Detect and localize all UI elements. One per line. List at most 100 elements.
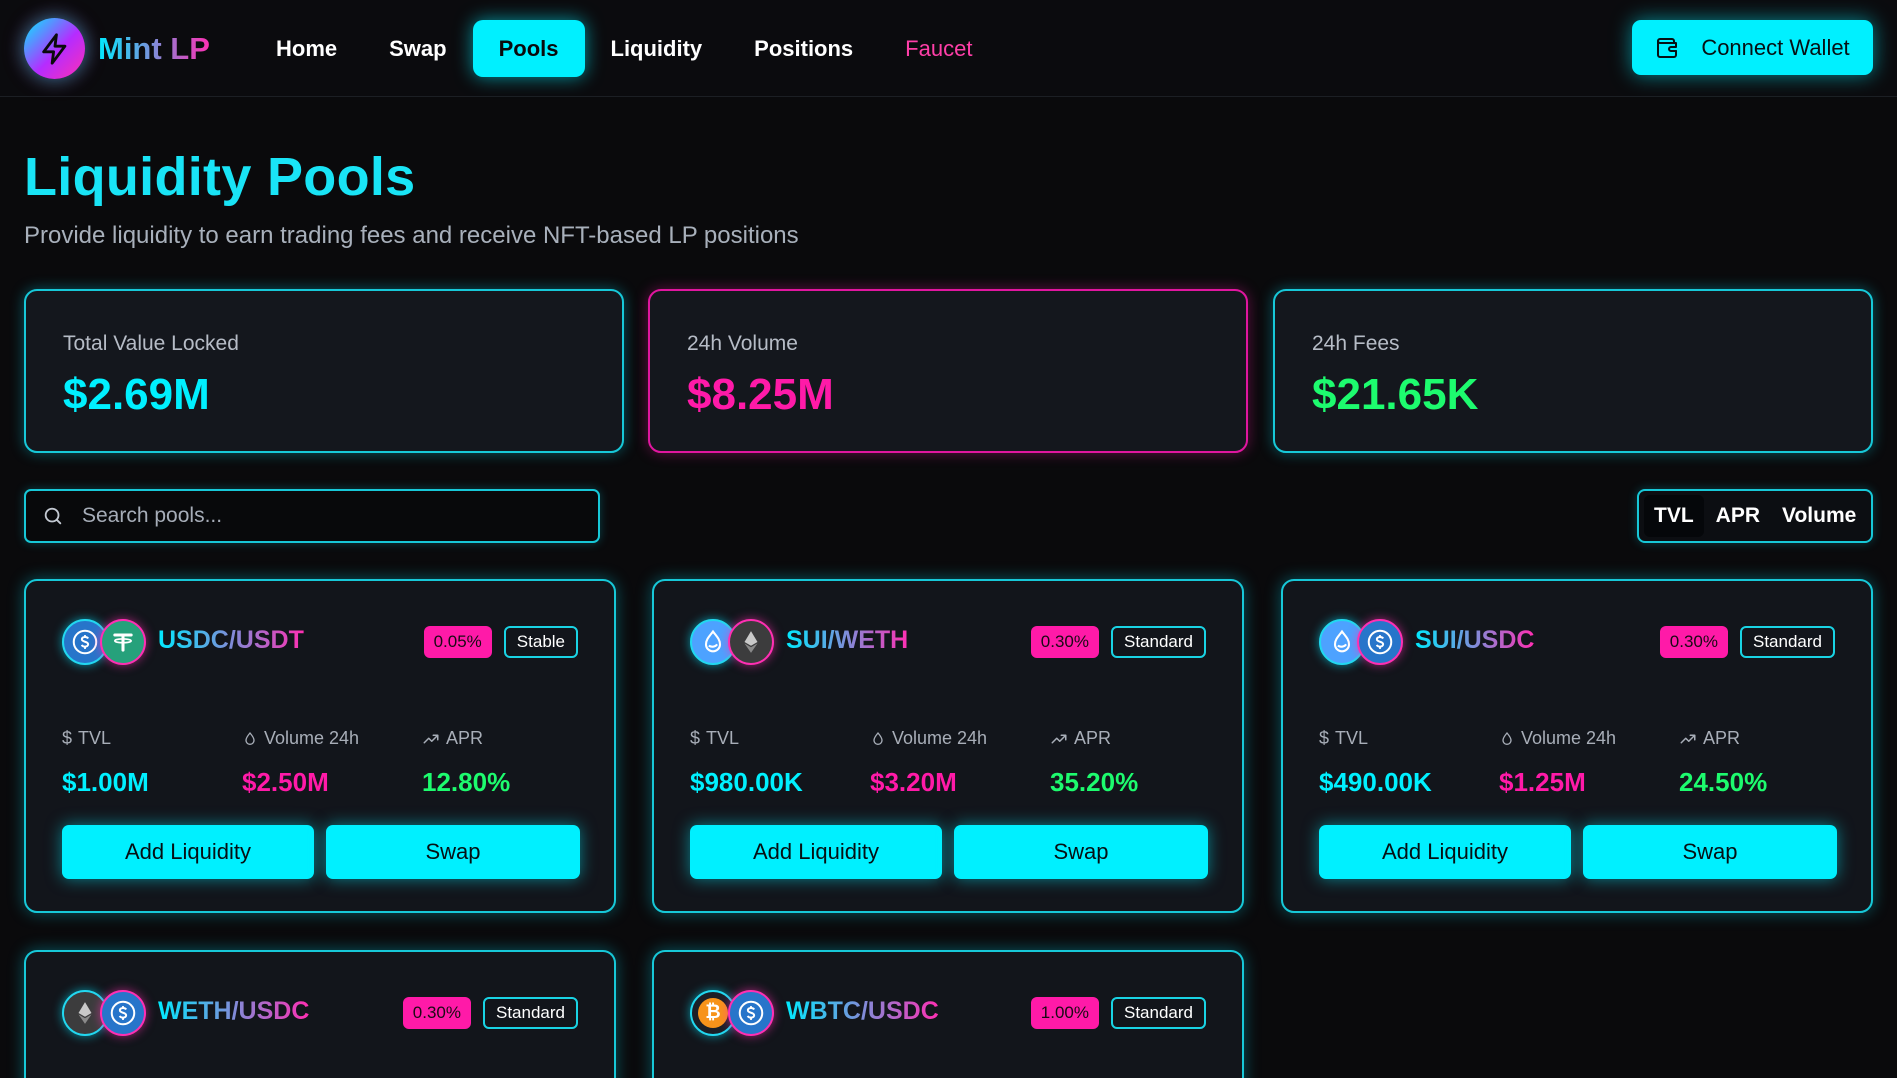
usdt-icon bbox=[100, 619, 146, 665]
pool-header: WETH/USDC 0.30% Standard bbox=[62, 988, 578, 1038]
volume-metric: Volume 24h $3.20M bbox=[870, 728, 987, 798]
pool-header: USDC/USDT 0.05% Stable bbox=[62, 617, 578, 667]
tvl-value: $1.00M bbox=[62, 767, 149, 797]
search-icon bbox=[42, 505, 64, 527]
metric-label: Volume 24h bbox=[264, 728, 360, 748]
add-liquidity-button[interactable]: Add Liquidity bbox=[690, 825, 942, 879]
metric-label: APR bbox=[446, 728, 484, 748]
nav-faucet[interactable]: Faucet bbox=[879, 20, 998, 77]
app-name: Mint LP bbox=[98, 30, 210, 66]
metric-label: Volume 24h bbox=[1521, 728, 1617, 748]
pool-metrics: $ TVL $490.00K Volume 24h $1.25M APR 24.5… bbox=[1319, 728, 1839, 808]
main-nav: Home Swap Pools Liquidity Positions Fauc… bbox=[250, 20, 998, 77]
stat-card-volume: 24h Volume $8.25M bbox=[648, 289, 1248, 453]
token-pair-icons bbox=[62, 988, 152, 1038]
apr-value: 24.50% bbox=[1679, 767, 1768, 797]
dollar-icon: $ bbox=[1319, 728, 1330, 748]
usdc-icon bbox=[100, 990, 146, 1036]
sort-tvl-button[interactable]: TVL bbox=[1644, 495, 1704, 537]
tvl-metric: $ TVL $490.00K bbox=[1319, 728, 1432, 798]
metric-label: TVL bbox=[78, 728, 112, 748]
volume-value: $2.50M bbox=[242, 767, 329, 797]
apr-value: 35.20% bbox=[1050, 767, 1139, 797]
add-liquidity-button[interactable]: Add Liquidity bbox=[1319, 825, 1571, 879]
wallet-icon bbox=[1655, 36, 1679, 60]
stat-value: $21.65K bbox=[1312, 370, 1479, 419]
pool-card: WETH/USDC 0.30% Standard bbox=[24, 950, 616, 1078]
app-logo[interactable]: Mint LP bbox=[24, 18, 210, 79]
metric-label: TVL bbox=[1335, 728, 1369, 748]
pool-header: SUI/USDC 0.30% Standard bbox=[1319, 617, 1835, 667]
pool-card: ₿ WBTC/USDC 1.00% Standard bbox=[652, 950, 1244, 1078]
tvl-metric: $ TVL $1.00M bbox=[62, 728, 149, 798]
usdc-icon bbox=[728, 990, 774, 1036]
dollar-icon: $ bbox=[62, 728, 73, 748]
nav-pools[interactable]: Pools bbox=[472, 20, 585, 77]
volume-metric: Volume 24h $2.50M bbox=[242, 728, 359, 798]
pool-header: ₿ WBTC/USDC 1.00% Standard bbox=[690, 988, 1206, 1038]
lightning-icon bbox=[24, 18, 85, 79]
droplet-icon bbox=[242, 731, 258, 747]
trending-up-icon bbox=[422, 730, 440, 748]
droplet-icon bbox=[870, 731, 886, 747]
pool-type-badge: Stable bbox=[503, 626, 578, 658]
pool-card: USDC/USDT 0.05% Stable $ TVL $1.00M Volum… bbox=[24, 579, 616, 913]
metric-label: APR bbox=[1703, 728, 1741, 748]
sort-apr-button[interactable]: APR bbox=[1706, 495, 1770, 537]
page-title: Liquidity Pools bbox=[24, 147, 416, 207]
pool-name: SUI/WETH bbox=[786, 626, 909, 654]
search-input[interactable] bbox=[82, 504, 562, 528]
stat-value: $8.25M bbox=[687, 370, 834, 419]
pool-card: SUI/USDC 0.30% Standard $ TVL $490.00K Vo… bbox=[1281, 579, 1873, 913]
pool-name: WETH/USDC bbox=[158, 997, 310, 1025]
apr-value: 12.80% bbox=[422, 767, 511, 797]
droplet-icon bbox=[1499, 731, 1515, 747]
token-pair-icons: ₿ bbox=[690, 988, 780, 1038]
tvl-metric: $ TVL $980.00K bbox=[690, 728, 803, 798]
usdc-icon bbox=[1357, 619, 1403, 665]
fee-badge: 0.30% bbox=[402, 997, 471, 1029]
nav-liquidity[interactable]: Liquidity bbox=[585, 20, 729, 77]
metric-label: TVL bbox=[706, 728, 740, 748]
pool-name: WBTC/USDC bbox=[786, 997, 939, 1025]
pool-name: SUI/USDC bbox=[1415, 626, 1535, 654]
swap-button[interactable]: Swap bbox=[954, 825, 1208, 879]
metric-label: Volume 24h bbox=[892, 728, 988, 748]
apr-metric: APR 35.20% bbox=[1050, 728, 1138, 798]
tvl-value: $490.00K bbox=[1319, 767, 1432, 797]
metric-label: APR bbox=[1074, 728, 1112, 748]
swap-button[interactable]: Swap bbox=[326, 825, 580, 879]
add-liquidity-button[interactable]: Add Liquidity bbox=[62, 825, 314, 879]
apr-metric: APR 24.50% bbox=[1679, 728, 1767, 798]
pool-type-badge: Standard bbox=[483, 997, 578, 1029]
swap-button[interactable]: Swap bbox=[1583, 825, 1837, 879]
page-subtitle: Provide liquidity to earn trading fees a… bbox=[24, 222, 799, 249]
nav-swap[interactable]: Swap bbox=[363, 20, 472, 77]
stat-card-fees: 24h Fees $21.65K bbox=[1273, 289, 1873, 453]
stat-value: $2.69M bbox=[63, 370, 210, 419]
pool-type-badge: Standard bbox=[1740, 626, 1835, 658]
volume-value: $1.25M bbox=[1499, 767, 1586, 797]
connect-wallet-label: Connect Wallet bbox=[1701, 34, 1850, 60]
trending-up-icon bbox=[1050, 730, 1068, 748]
fee-badge: 0.05% bbox=[423, 626, 492, 658]
search-box bbox=[24, 489, 600, 543]
token-pair-icons bbox=[1319, 617, 1409, 667]
apr-metric: APR 12.80% bbox=[422, 728, 510, 798]
pool-metrics: $ TVL $1.00M Volume 24h $2.50M APR 12.80% bbox=[62, 728, 582, 808]
token-pair-icons bbox=[690, 617, 780, 667]
stat-label: 24h Fees bbox=[1312, 332, 1400, 355]
fee-badge: 0.30% bbox=[1659, 626, 1728, 658]
sort-toggle-group: TVL APR Volume bbox=[1637, 489, 1873, 543]
connect-wallet-button[interactable]: Connect Wallet bbox=[1632, 20, 1873, 75]
pool-type-badge: Standard bbox=[1111, 626, 1206, 658]
nav-home[interactable]: Home bbox=[250, 20, 363, 77]
stat-card-tvl: Total Value Locked $2.69M bbox=[24, 289, 624, 453]
sort-volume-button[interactable]: Volume bbox=[1772, 495, 1866, 537]
pool-metrics: $ TVL $980.00K Volume 24h $3.20M APR 35.2… bbox=[690, 728, 1210, 808]
nav-positions[interactable]: Positions bbox=[728, 20, 879, 77]
tvl-value: $980.00K bbox=[690, 767, 803, 797]
volume-metric: Volume 24h $1.25M bbox=[1499, 728, 1616, 798]
top-navbar: Mint LP Home Swap Pools Liquidity Positi… bbox=[0, 0, 1897, 97]
fee-badge: 0.30% bbox=[1030, 626, 1099, 658]
